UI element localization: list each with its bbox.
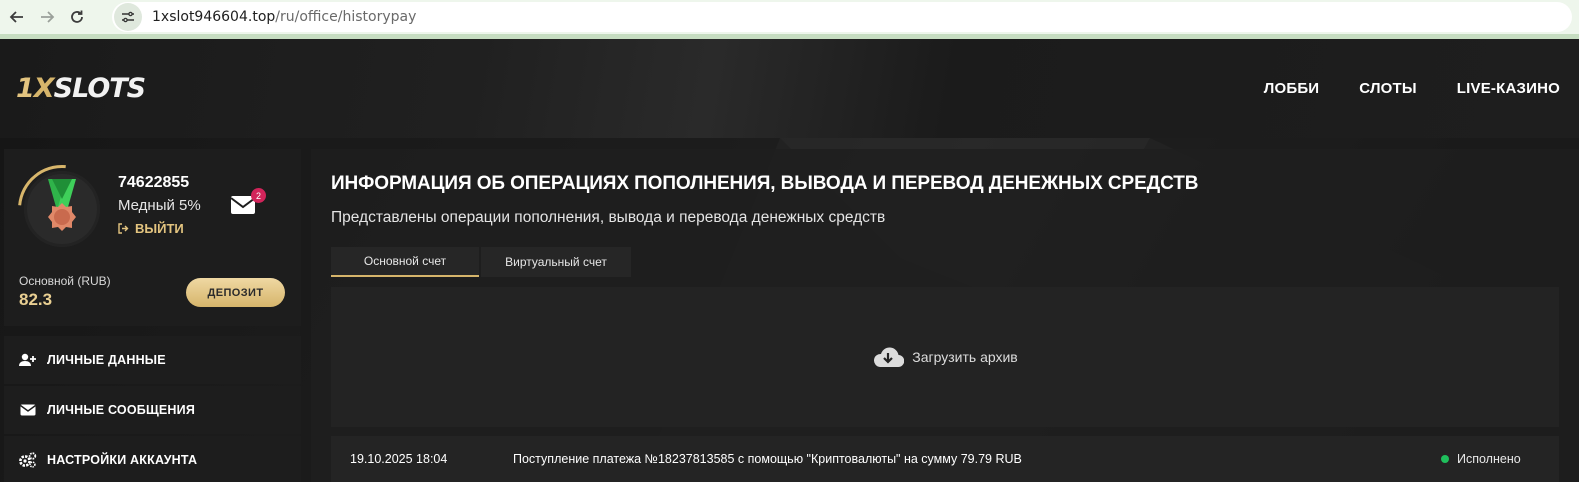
logout-label: ВЫЙТИ	[135, 221, 184, 236]
messages-badge: 2	[251, 188, 266, 203]
url-text: 1xslot946604.top/ru/office/historypay	[152, 9, 416, 25]
download-archive-button[interactable]: Загрузить архив	[872, 345, 1018, 369]
download-archive-label: Загрузить архив	[912, 349, 1018, 365]
sidebar-item-label: НАСТРОЙКИ АККАУНТА	[47, 453, 198, 467]
sidebar-item-label: ЛИЧНЫЕ ДАННЫЕ	[47, 353, 166, 367]
tab-virtual-account[interactable]: Виртуальный счет	[481, 247, 631, 277]
sidebar-item-personal-data[interactable]: ЛИЧНЫЕ ДАННЫЕ	[4, 336, 301, 384]
main-panel: ИНФОРМАЦИЯ ОБ ОПЕРАЦИЯХ ПОПОЛНЕНИЯ, ВЫВО…	[311, 149, 1579, 482]
deposit-button[interactable]: ДЕПОЗИТ	[186, 278, 285, 307]
browser-toolbar: 1xslot946604.top/ru/office/historypay	[0, 0, 1579, 34]
envelope-icon	[18, 404, 38, 416]
back-icon[interactable]	[4, 4, 30, 30]
logout-icon	[118, 223, 129, 234]
copper-medal-icon	[48, 179, 76, 231]
balance-value: 82.3	[19, 290, 53, 309]
logout-button[interactable]: ВЫЙТИ	[118, 221, 184, 236]
logo-part-one: 1	[16, 73, 35, 104]
sidebar-item-account-settings[interactable]: НАСТРОЙКИ АККАУНТА	[4, 436, 301, 482]
url-path: /ru/office/historypay	[275, 9, 417, 25]
address-bar[interactable]: 1xslot946604.top/ru/office/historypay	[112, 2, 1572, 32]
user-plus-icon	[18, 353, 38, 367]
site-header: 1XSLOTS ЛОББИ СЛОТЫ LIVE-КАЗИНО	[0, 39, 1579, 138]
user-id: 74622855	[118, 174, 190, 191]
reload-icon[interactable]	[64, 4, 90, 30]
page-subtitle: Представлены операции пополнения, вывода…	[331, 209, 886, 226]
archive-area: Загрузить архив	[331, 287, 1559, 427]
status-text: Исполнено	[1457, 452, 1521, 466]
logo-part-slots: SLOTS	[53, 73, 147, 104]
operation-description: Поступление платежа №18237813585 с помощ…	[513, 452, 1022, 466]
account-tabs: Основной счет Виртуальный счет	[331, 247, 631, 277]
cloud-download-icon	[874, 347, 905, 368]
status-dot	[1441, 455, 1449, 463]
sidebar-item-messages[interactable]: ЛИЧНЫЕ СООБЩЕНИЯ	[4, 386, 301, 434]
gears-icon	[18, 452, 38, 468]
profile-card: 74622855 Медный 5% ВЫЙТИ 2 Основной (RUB…	[0, 147, 301, 326]
url-host: 1xslot946604.top	[152, 9, 276, 25]
table-row[interactable]: 19.10.2025 18:04 Поступление платежа №18…	[331, 436, 1559, 482]
balance-label: Основной (RUB)	[19, 274, 111, 288]
site-settings-icon[interactable]	[114, 3, 142, 31]
user-level: Медный 5%	[118, 197, 201, 214]
nav-live-casino[interactable]: LIVE-КАЗИНО	[1457, 80, 1560, 97]
page-title: ИНФОРМАЦИЯ ОБ ОПЕРАЦИЯХ ПОПОЛНЕНИЯ, ВЫВО…	[331, 173, 1199, 194]
nav-lobby[interactable]: ЛОББИ	[1264, 80, 1320, 97]
site-logo[interactable]: 1XSLOTS	[16, 73, 147, 104]
sidebar-item-label: ЛИЧНЫЕ СООБЩЕНИЯ	[47, 403, 196, 417]
tab-main-account[interactable]: Основной счет	[331, 247, 479, 277]
nav-slots[interactable]: СЛОТЫ	[1359, 80, 1417, 97]
status-badge: Исполнено	[1441, 452, 1521, 466]
forward-icon[interactable]	[34, 4, 60, 30]
top-navigation: ЛОББИ СЛОТЫ LIVE-КАЗИНО	[1264, 80, 1560, 97]
operation-date: 19.10.2025 18:04	[350, 452, 448, 466]
logo-part-x: X	[33, 73, 55, 104]
